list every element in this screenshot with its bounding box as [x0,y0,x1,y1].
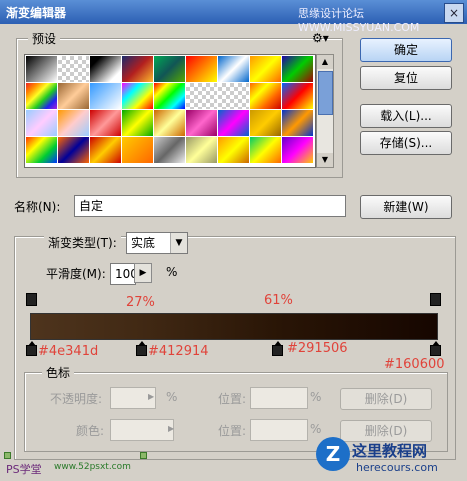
color-swatch-field[interactable] [110,419,174,441]
smoothness-unit: % [166,265,178,279]
color-arrow-icon[interactable]: ▶ [168,420,182,438]
ps-watermark: PS学堂 [6,463,42,476]
stop-color-label-4: #160600 [384,357,445,372]
gradient-preset-swatch[interactable] [26,137,57,163]
scroll-thumb[interactable] [318,71,333,115]
opacity-location-unit: % [310,390,322,404]
watermark-top: 思缘设计论坛 WWW.MISSYUAN.COM [298,7,420,34]
save-button[interactable]: 存储(S)... [360,131,452,155]
gradient-preset-swatch[interactable] [154,83,185,109]
gradient-preset-swatch[interactable] [58,83,89,109]
color-stop-legend: 色标 [42,364,75,381]
ok-button[interactable]: 确定 [360,38,452,62]
gradient-preset-swatch[interactable] [26,56,57,82]
delete-opacity-button[interactable]: 删除(D) [340,388,432,410]
opacity-label: 不透明度: [50,392,103,406]
new-button[interactable]: 新建(W) [360,195,452,219]
gradient-preset-swatch[interactable] [250,110,281,136]
gradient-preset-swatch[interactable] [186,110,217,136]
gear-icon[interactable]: ⚙▾ [312,31,329,45]
gradient-preset-swatch[interactable] [90,83,121,109]
color-stop-2[interactable] [136,341,147,356]
logo-url: herecours.com [356,461,438,474]
scroll-down-icon[interactable]: ▼ [317,153,333,167]
gradient-preset-swatch[interactable] [122,137,153,163]
title-bar: 渐变编辑器 思缘设计论坛 WWW.MISSYUAN.COM × [0,0,467,34]
color-stop-3[interactable] [272,341,283,356]
gradient-type-label: 渐变类型(T): [44,234,121,251]
scroll-up-icon[interactable]: ▲ [317,55,333,69]
gradient-preset-swatch[interactable] [250,56,281,82]
opacity-stop-right[interactable] [430,293,441,306]
gradient-preset-swatch[interactable] [218,83,249,109]
color-label: 颜色: [76,424,105,438]
gradient-preset-swatch[interactable] [122,83,153,109]
gradient-preset-swatch[interactable] [250,137,281,163]
smoothness-label: 平滑度(M): [46,267,106,281]
gradient-preview-bar[interactable] [30,313,438,340]
gradient-preset-swatch[interactable] [282,137,313,163]
site-watermark: www.52psxt.com [54,462,131,472]
opacity-stop-left[interactable] [26,293,37,306]
opacity-location-field[interactable] [250,387,308,409]
opacity-arrow-icon[interactable]: ▶ [148,388,162,406]
stop-color-label-2: #412914 [148,344,209,359]
gradient-preset-swatch[interactable] [90,137,121,163]
preset-scrollbar[interactable]: ▲ ▼ [316,54,334,168]
swatch-grid [26,56,313,163]
logo-title: 这里教程网 [352,442,428,460]
chevron-down-icon[interactable]: ▼ [170,233,187,253]
gradient-preset-swatch[interactable] [218,56,249,82]
gradient-preset-swatch[interactable] [282,56,313,82]
gradient-type-select[interactable]: 实底 ▼ [126,232,188,254]
opacity-unit: % [166,390,178,404]
delete-color-button[interactable]: 删除(D) [340,420,432,442]
logo-icon: Z [316,437,350,471]
gradient-preset-swatch[interactable] [218,137,249,163]
load-button[interactable]: 载入(L)... [360,104,452,128]
gradient-preset-swatch[interactable] [90,110,121,136]
gradient-preset-swatch[interactable] [154,110,185,136]
gradient-preset-swatch[interactable] [58,137,89,163]
stop-color-label-1: #4e341d [38,344,99,359]
smoothness-field[interactable]: 100 [110,263,138,285]
window-title: 渐变编辑器 [6,6,67,20]
location-annotation-1: 27% [126,295,155,310]
gradient-preset-swatch[interactable] [186,83,217,109]
gradient-preset-swatch[interactable] [186,56,217,82]
opacity-location-label: 位置: [218,392,247,406]
gradient-preset-swatch[interactable] [122,56,153,82]
watermark-corner-marker [140,452,147,459]
gradient-preset-swatch[interactable] [186,137,217,163]
reset-button[interactable]: 复位 [360,66,452,90]
gradient-preset-swatch[interactable] [154,137,185,163]
close-button[interactable]: × [444,3,464,23]
preset-swatch-panel [24,54,316,168]
presets-legend: 预设 [28,30,61,47]
smoothness-arrow-icon[interactable]: ▶ [134,263,152,283]
color-location-label: 位置: [218,424,247,438]
gradient-preset-swatch[interactable] [250,83,281,109]
color-stop-1[interactable] [26,341,37,356]
color-location-field[interactable] [250,419,308,441]
watermark-corner-marker [4,452,11,459]
location-annotation-2: 61% [264,293,293,308]
gradient-type-value: 实底 [131,236,156,250]
name-label: 名称(N): [14,200,61,214]
stop-color-label-3: #291506 [287,341,348,356]
gradient-preset-swatch[interactable] [122,110,153,136]
gradient-preset-swatch[interactable] [282,83,313,109]
gradient-preset-swatch[interactable] [26,110,57,136]
color-location-unit: % [310,422,322,436]
gradient-preset-swatch[interactable] [26,83,57,109]
gradient-preset-swatch[interactable] [58,110,89,136]
gradient-preset-swatch[interactable] [58,56,89,82]
gradient-preset-swatch[interactable] [218,110,249,136]
name-field[interactable]: 自定 [74,195,346,217]
gradient-preset-swatch[interactable] [154,56,185,82]
gradient-preset-swatch[interactable] [282,110,313,136]
color-stop-4[interactable] [430,341,441,356]
gradient-preset-swatch[interactable] [90,56,121,82]
